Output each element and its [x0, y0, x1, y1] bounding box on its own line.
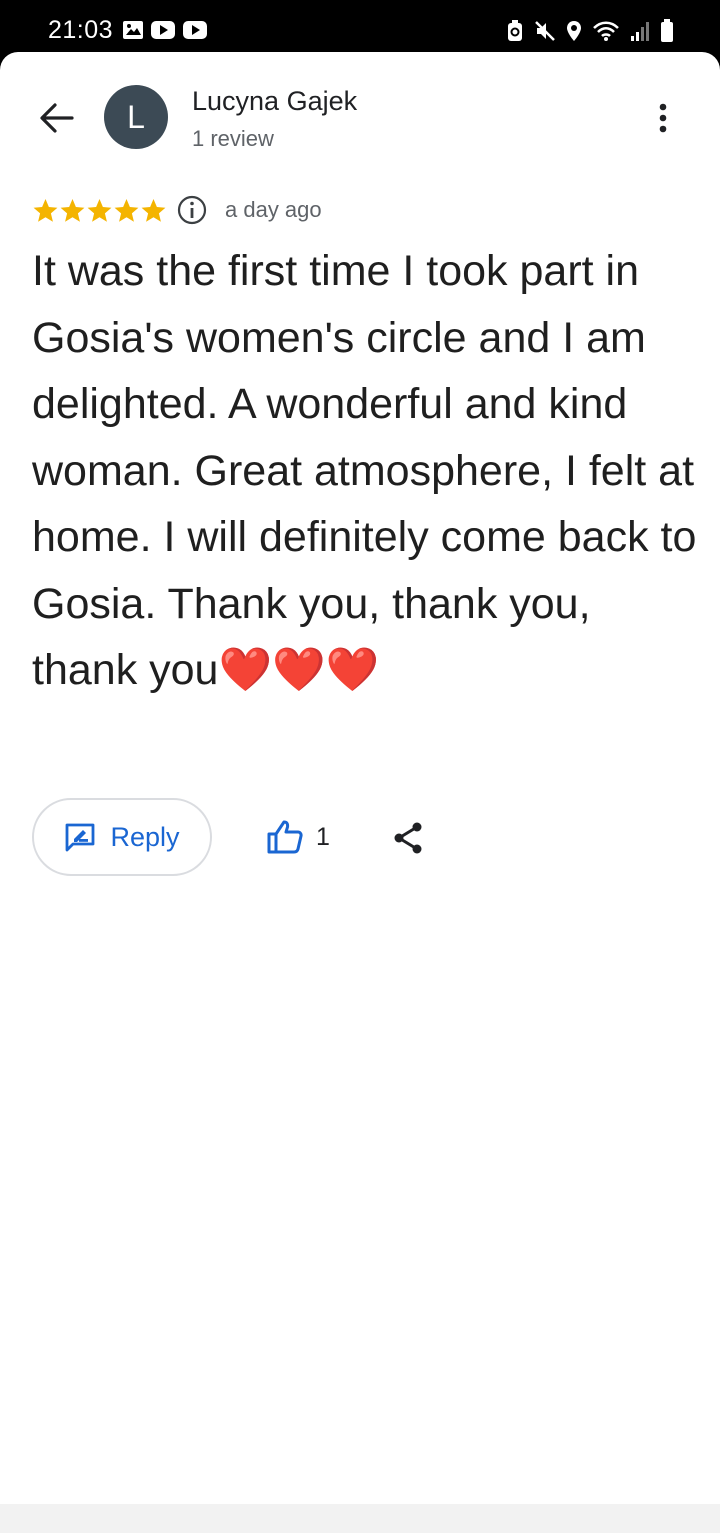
reviewer-name[interactable]: Lucyna Gajek	[192, 86, 357, 117]
status-time: 21:03	[48, 16, 114, 44]
notification-icons	[122, 20, 208, 40]
gallery-notification-icon	[123, 21, 143, 39]
star-icon	[60, 198, 85, 222]
mute-icon	[535, 21, 555, 41]
battery-icon	[661, 19, 673, 42]
star-icon	[87, 198, 112, 222]
rate-review-icon	[66, 823, 95, 852]
reply-button[interactable]: Reply	[32, 798, 212, 876]
review-text: It was the first time I took part in Gos…	[32, 247, 697, 694]
reply-label: Reply	[110, 821, 180, 852]
location-icon	[567, 21, 581, 41]
avatar-letter: L	[127, 98, 145, 135]
youtube-notification-icon	[183, 21, 207, 39]
like-count: 1	[316, 822, 330, 851]
back-button[interactable]	[34, 96, 78, 140]
arrow-back-icon	[40, 103, 74, 133]
review-time: a day ago	[225, 197, 322, 222]
signal-icon	[631, 22, 649, 41]
battery-saver-icon	[508, 20, 522, 41]
youtube-notification-icon	[151, 21, 175, 39]
more-vert-icon	[659, 103, 667, 133]
rating-row: a day ago	[32, 193, 322, 227]
star-icon	[114, 198, 139, 222]
review-count: 1 review	[192, 126, 274, 151]
star-icon	[33, 198, 58, 222]
wifi-icon	[593, 21, 619, 41]
system-icons	[506, 19, 674, 43]
thumb-up-icon	[267, 820, 303, 854]
review-sheet: L Lucyna Gajek 1 review a day ago It was…	[0, 52, 720, 1504]
share-icon	[394, 822, 422, 854]
avatar[interactable]: L	[104, 85, 168, 149]
status-bar: 21:03	[0, 0, 720, 60]
more-options-button[interactable]	[648, 96, 678, 140]
navigation-bar-area	[0, 1504, 720, 1533]
share-button[interactable]	[388, 816, 428, 860]
star-icon	[141, 198, 166, 222]
star-rating	[32, 197, 167, 224]
info-icon[interactable]	[177, 195, 207, 225]
like-button[interactable]: 1	[266, 814, 330, 860]
